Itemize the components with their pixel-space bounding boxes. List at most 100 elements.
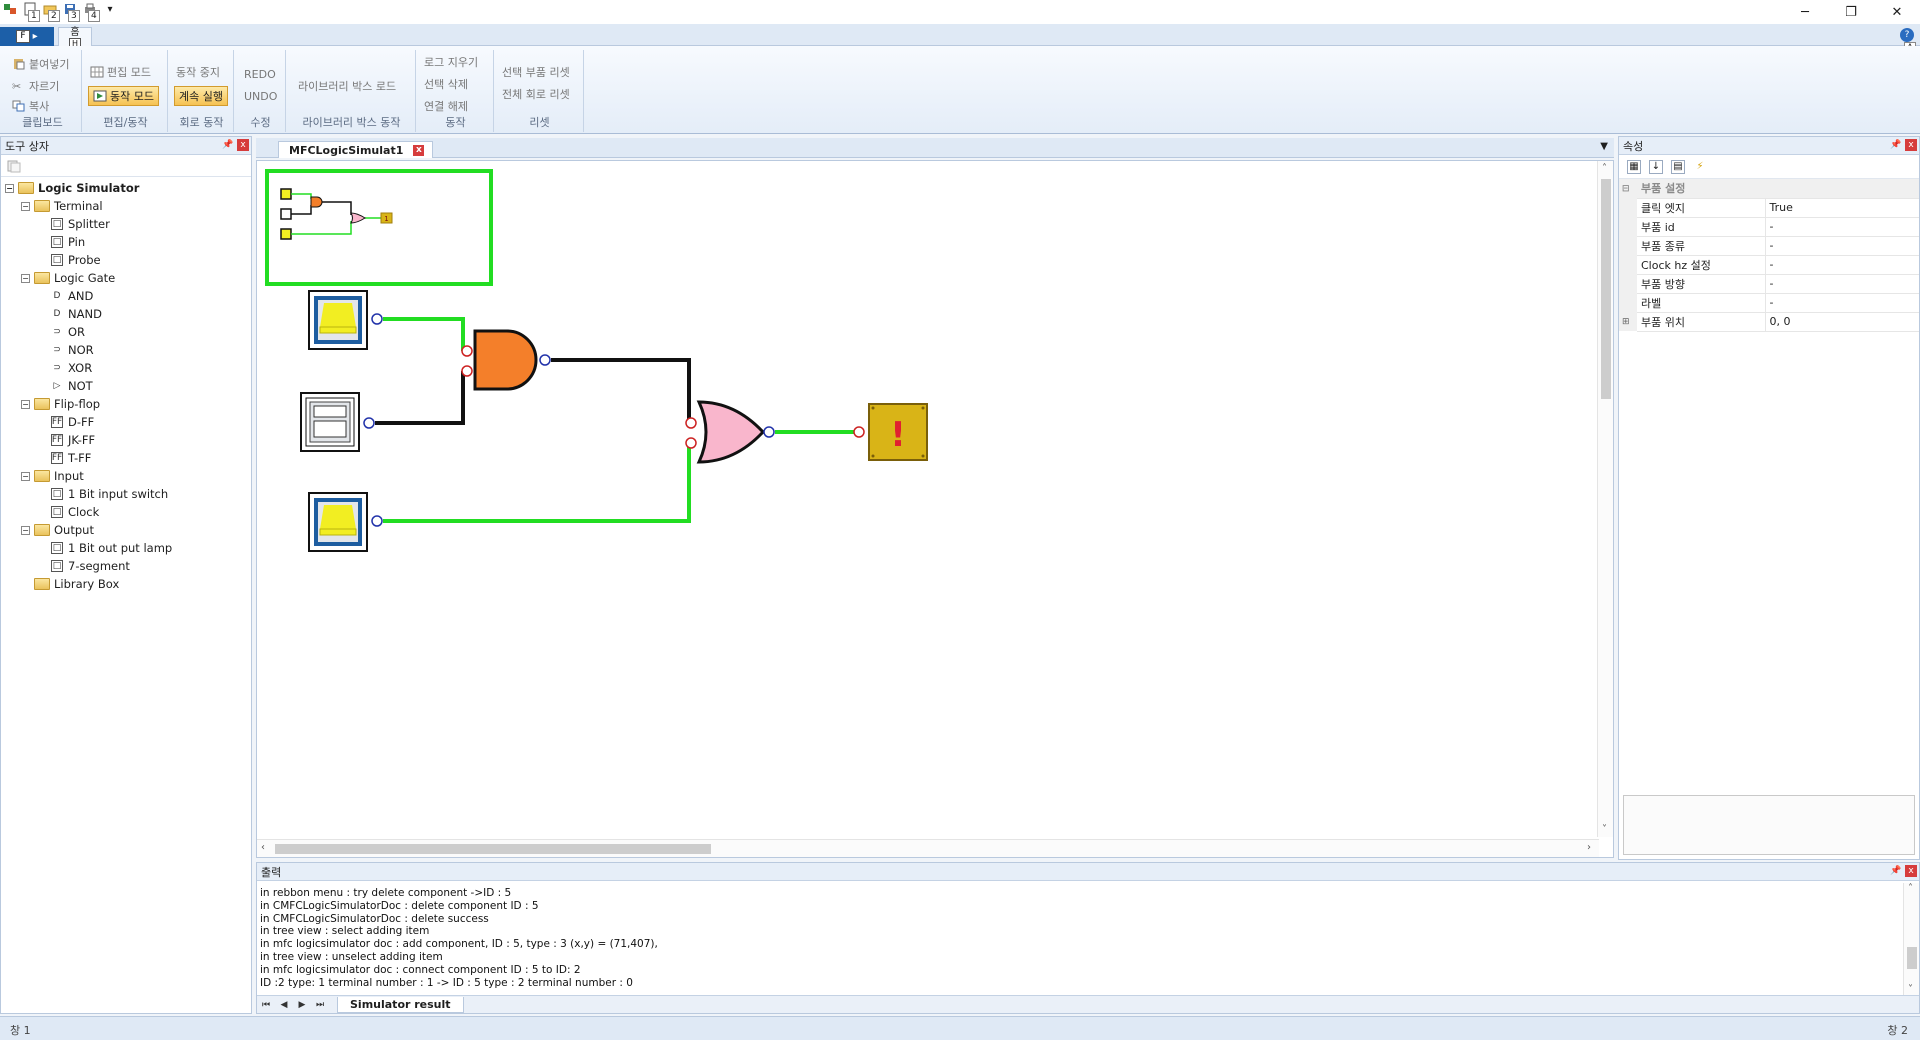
copy-button[interactable]: 복사 xyxy=(12,98,49,114)
property-value[interactable]: - xyxy=(1765,293,1919,313)
property-value[interactable]: - xyxy=(1765,255,1919,275)
tree-item-probe[interactable]: □ Probe xyxy=(1,251,251,269)
tree-item-jk-ff[interactable]: FF JK-FF xyxy=(1,431,251,449)
or-gate[interactable] xyxy=(696,400,766,464)
collapse-icon[interactable]: − xyxy=(21,471,30,481)
property-row[interactable]: 부품 종류 - xyxy=(1619,236,1919,256)
input-switch-3[interactable] xyxy=(308,492,368,552)
scroll-down-icon[interactable]: ˅ xyxy=(1602,824,1607,835)
circuit-canvas[interactable]: 1 ! ˄ ˅ ‹ › xyxy=(256,160,1614,858)
tree-group-input[interactable]: − Input xyxy=(1,467,251,485)
expand-icon[interactable]: ⊞ xyxy=(1619,312,1637,331)
and-input-pin-2[interactable] xyxy=(461,365,473,377)
customize-qat-icon[interactable]: ▾ xyxy=(102,2,118,16)
next-tab-icon[interactable]: ▶ xyxy=(293,1000,311,1010)
run-mode-button[interactable]: 동작 모드 xyxy=(88,86,159,106)
output-vertical-scrollbar[interactable]: ˄ ˅ xyxy=(1903,883,1919,995)
clear-log-button[interactable]: 로그 지우기 xyxy=(424,54,478,70)
property-row[interactable]: 부품 id - xyxy=(1619,217,1919,237)
wire-switch3-or[interactable] xyxy=(383,443,691,523)
events-icon[interactable]: ⚡ xyxy=(1693,160,1707,174)
tree-item-7-segment[interactable]: □ 7-segment xyxy=(1,557,251,575)
collapse-icon[interactable]: ⊟ xyxy=(1619,179,1637,198)
paste-button[interactable]: 붙여넣기 xyxy=(12,56,69,72)
first-tab-icon[interactable]: ⏮ xyxy=(257,1000,275,1010)
lamp-input-pin[interactable] xyxy=(853,426,865,438)
property-value[interactable]: True xyxy=(1765,198,1919,218)
document-list-dropdown-icon[interactable]: ▼ xyxy=(1600,141,1608,152)
tab-home[interactable]: 홈 H xyxy=(58,27,92,49)
tree-group-library-box[interactable]: Library Box xyxy=(1,575,251,593)
scroll-down-icon[interactable]: ˅ xyxy=(1908,984,1913,995)
pin-icon[interactable]: 📌 xyxy=(1890,139,1902,151)
last-tab-icon[interactable]: ⏭ xyxy=(311,1000,329,1010)
property-pages-icon[interactable]: ▤ xyxy=(1671,159,1685,174)
property-row[interactable]: ⊞ 부품 위치 0, 0 xyxy=(1619,312,1919,332)
switch1-output-pin[interactable] xyxy=(371,313,383,325)
output-lamp[interactable]: ! xyxy=(868,403,928,461)
canvas-horizontal-scrollbar[interactable]: ‹ › xyxy=(257,839,1599,857)
tree-group-flip-flop[interactable]: − Flip-flop xyxy=(1,395,251,413)
circuit-drawing[interactable]: 1 ! xyxy=(257,161,1597,837)
categorized-icon[interactable]: ▦ xyxy=(1627,159,1641,174)
collapse-icon[interactable]: − xyxy=(21,525,30,535)
close-icon[interactable]: x xyxy=(1905,865,1917,877)
collapse-icon[interactable]: − xyxy=(21,399,30,409)
close-button[interactable]: ✕ xyxy=(1874,0,1920,24)
stop-button[interactable]: 동작 중지 xyxy=(176,64,220,80)
tree-item-nor[interactable]: ⊃ NOR xyxy=(1,341,251,359)
collapse-icon[interactable]: − xyxy=(21,201,30,211)
wire-and-or[interactable] xyxy=(551,358,691,423)
property-value[interactable]: - xyxy=(1765,217,1919,237)
toolbox-view-icon[interactable] xyxy=(7,159,21,173)
tree-item-pin[interactable]: □ Pin xyxy=(1,233,251,251)
help-icon[interactable]: ? xyxy=(1900,28,1914,42)
tree-group-output[interactable]: − Output xyxy=(1,521,251,539)
canvas-vscroll-thumb[interactable] xyxy=(1601,179,1611,399)
tree-group-terminal[interactable]: − Terminal xyxy=(1,197,251,215)
or-input-pin-2[interactable] xyxy=(685,437,697,449)
collapse-icon[interactable]: − xyxy=(5,183,14,193)
close-document-icon[interactable]: x xyxy=(413,144,425,156)
or-output-pin[interactable] xyxy=(763,426,775,438)
wire-switch2-and[interactable] xyxy=(375,371,465,425)
file-tab[interactable]: F ▸ xyxy=(0,27,54,46)
tab-document[interactable]: MFCLogicSimulat1 x xyxy=(278,141,434,158)
reset-all-button[interactable]: 전체 회로 리셋 xyxy=(502,86,570,102)
and-output-pin[interactable] xyxy=(539,354,551,366)
tree-item-or[interactable]: ⊃ OR xyxy=(1,323,251,341)
input-switch-2[interactable] xyxy=(300,392,360,452)
scroll-up-icon[interactable]: ˄ xyxy=(1908,883,1913,894)
pin-icon[interactable]: 📌 xyxy=(1890,865,1902,877)
sort-alphabetical-icon[interactable]: ↓ xyxy=(1649,159,1663,174)
canvas-hscroll-thumb[interactable] xyxy=(275,844,711,854)
scroll-up-icon[interactable]: ˄ xyxy=(1602,163,1607,174)
tree-item-clock[interactable]: □ Clock xyxy=(1,503,251,521)
canvas-vertical-scrollbar[interactable]: ˄ ˅ xyxy=(1597,161,1613,837)
disconnect-button[interactable]: 연결 해제 xyxy=(424,98,468,114)
property-category-row[interactable]: ⊟ 부품 설정 xyxy=(1619,179,1919,199)
load-library-button[interactable]: 라이브러리 박스 로드 xyxy=(298,78,396,94)
reset-selected-button[interactable]: 선택 부품 리셋 xyxy=(502,64,570,80)
and-gate[interactable] xyxy=(473,329,538,391)
pin-icon[interactable]: 📌 xyxy=(222,139,234,151)
wire-switch1-and[interactable] xyxy=(383,317,465,351)
tree-item-nand[interactable]: D NAND xyxy=(1,305,251,323)
scroll-right-icon[interactable]: › xyxy=(1587,842,1591,853)
tree-item-and[interactable]: D AND xyxy=(1,287,251,305)
delete-selection-button[interactable]: 선택 삭제 xyxy=(424,76,468,92)
minimize-button[interactable]: ─ xyxy=(1782,0,1828,24)
output-log[interactable]: in rebbon menu : try delete component ->… xyxy=(257,883,1903,995)
switch2-output-pin[interactable] xyxy=(363,417,375,429)
tab-simulator-result[interactable]: Simulator result xyxy=(337,996,464,1013)
new-file-icon[interactable]: 1 xyxy=(22,2,40,22)
property-row[interactable]: 라벨 - xyxy=(1619,293,1919,313)
tree-item-t-ff[interactable]: FF T-FF xyxy=(1,449,251,467)
property-value[interactable]: - xyxy=(1765,236,1919,256)
and-input-pin-1[interactable] xyxy=(461,345,473,357)
or-input-pin-1[interactable] xyxy=(685,417,697,429)
undo-button[interactable]: UNDO xyxy=(244,90,277,103)
cut-button[interactable]: ✂ 자르기 xyxy=(12,78,59,94)
app-icon[interactable] xyxy=(2,2,18,16)
open-file-icon[interactable]: 2 xyxy=(42,2,60,22)
